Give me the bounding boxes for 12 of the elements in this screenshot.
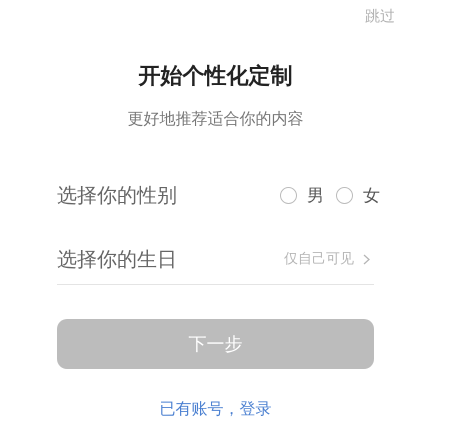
radio-circle-icon[interactable] (336, 186, 353, 204)
birthday-field[interactable]: 选择你的生日 仅自己可见 (57, 244, 374, 285)
visibility-hint: 仅自己可见 (284, 250, 354, 268)
chevron-right-icon (363, 254, 370, 264)
gender-radio-option[interactable]: 男 (280, 184, 324, 206)
page-title: 开始个性化定制 (137, 62, 294, 91)
gender-label: 选择你的性别 (57, 182, 177, 208)
login-link[interactable]: 已有账号，登录 (160, 399, 272, 420)
radio-circle-icon[interactable] (280, 186, 297, 204)
birthday-label: 选择你的生日 (57, 246, 177, 272)
page-subtitle: 更好地推荐适合你的内容 (126, 109, 304, 130)
gender-radio-option[interactable]: 女 (336, 184, 380, 206)
